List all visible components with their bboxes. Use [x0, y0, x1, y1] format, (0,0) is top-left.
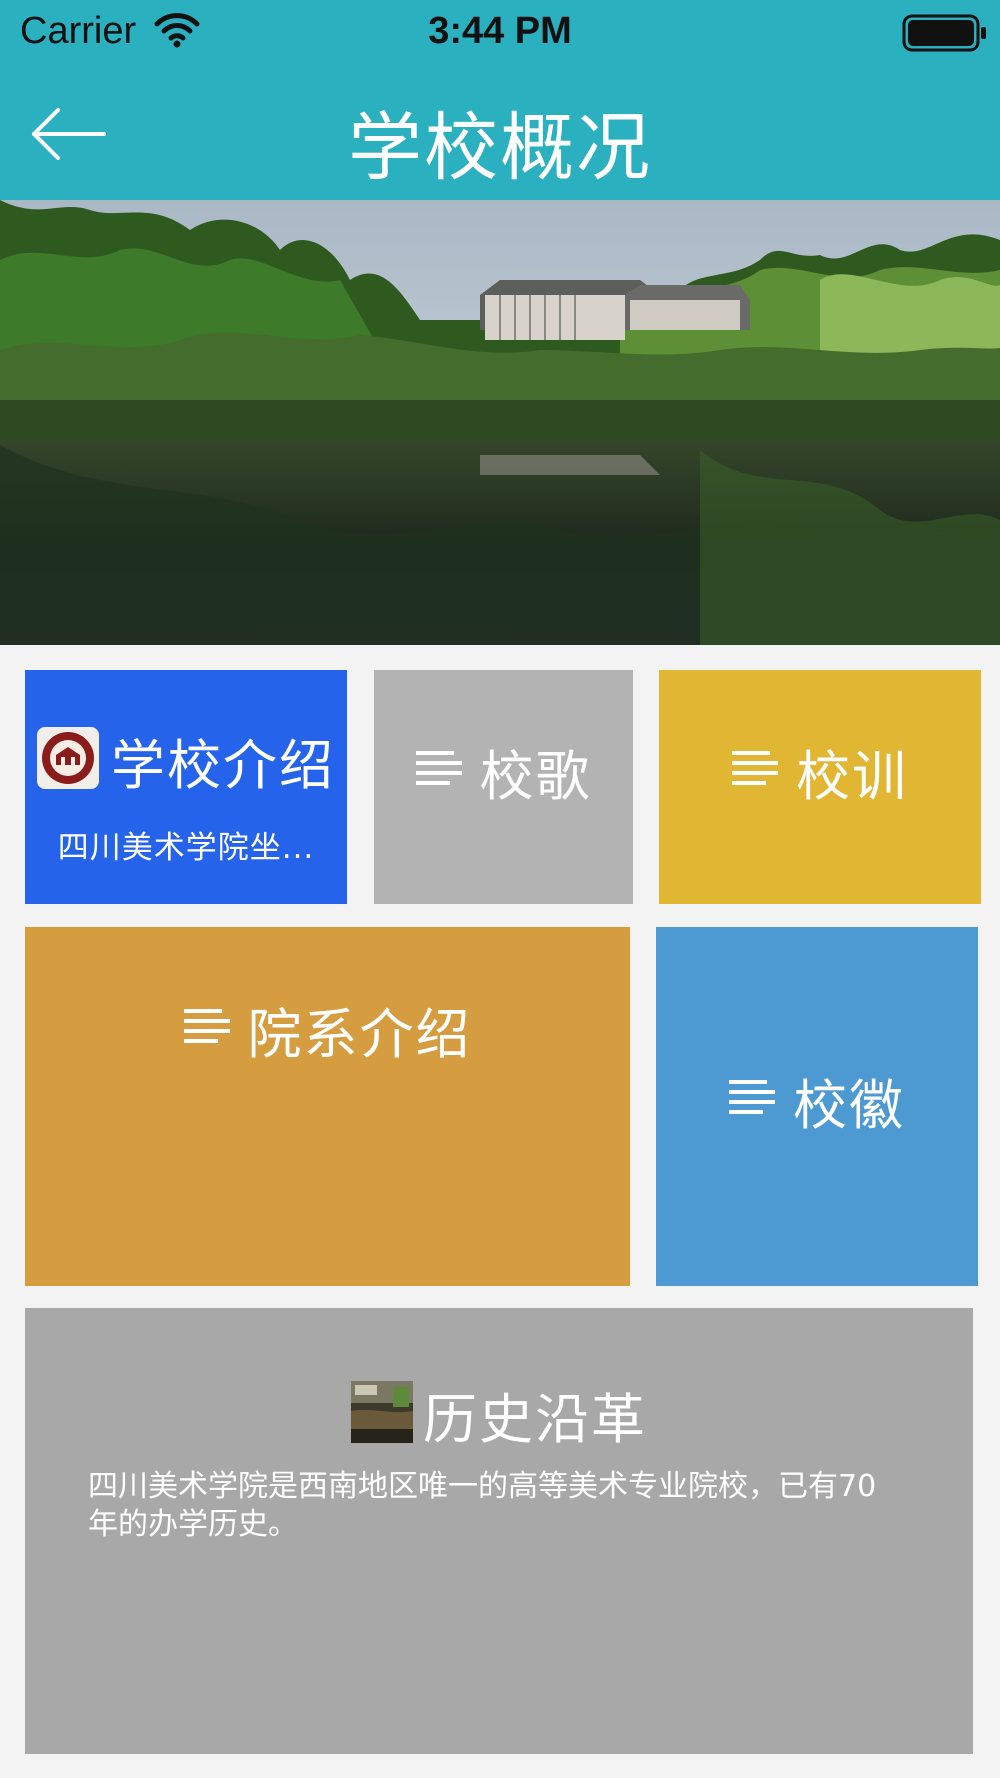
battery-icon — [902, 14, 988, 56]
history-label: 历史沿革 — [423, 1387, 647, 1451]
school-emblem-label: 校徽 — [793, 1073, 905, 1137]
departments-tile[interactable]: 院系介绍 — [25, 927, 630, 1286]
school-intro-tile[interactable]: 学校介绍 四川美术学院坐... — [25, 670, 347, 904]
school-song-label: 校歌 — [479, 744, 592, 808]
school-song-tile[interactable]: 校歌 — [374, 670, 633, 904]
status-time: 3:44 PM — [428, 10, 572, 52]
menu-lines-icon — [415, 749, 462, 793]
menu-lines-icon — [732, 749, 778, 793]
history-thumbnail-icon — [351, 1381, 413, 1447]
campus-banner-image — [0, 200, 1000, 645]
school-motto-label: 校训 — [796, 744, 908, 808]
departments-label: 院系介绍 — [247, 1002, 472, 1066]
school-motto-tile[interactable]: 校训 — [659, 670, 981, 904]
school-emblem-tile[interactable]: 校徽 — [656, 927, 978, 1286]
header-bar: Carrier 3:44 PM 学校概况 — [0, 0, 1000, 200]
menu-lines-icon — [729, 1078, 775, 1122]
menu-lines-icon — [183, 1007, 230, 1051]
history-description: 四川美术学院是西南地区唯一的高等美术专业院校，已有70年的办学历史。 — [88, 1469, 877, 1542]
page-title: 学校概况 — [348, 105, 652, 191]
school-logo-icon — [37, 727, 99, 793]
school-intro-subtitle: 四川美术学院坐... — [57, 830, 315, 866]
history-tile[interactable]: 历史沿革 四川美术学院是西南地区唯一的高等美术专业院校，已有70年的办学历史。 — [25, 1308, 973, 1754]
school-intro-label: 学校介绍 — [111, 733, 335, 797]
